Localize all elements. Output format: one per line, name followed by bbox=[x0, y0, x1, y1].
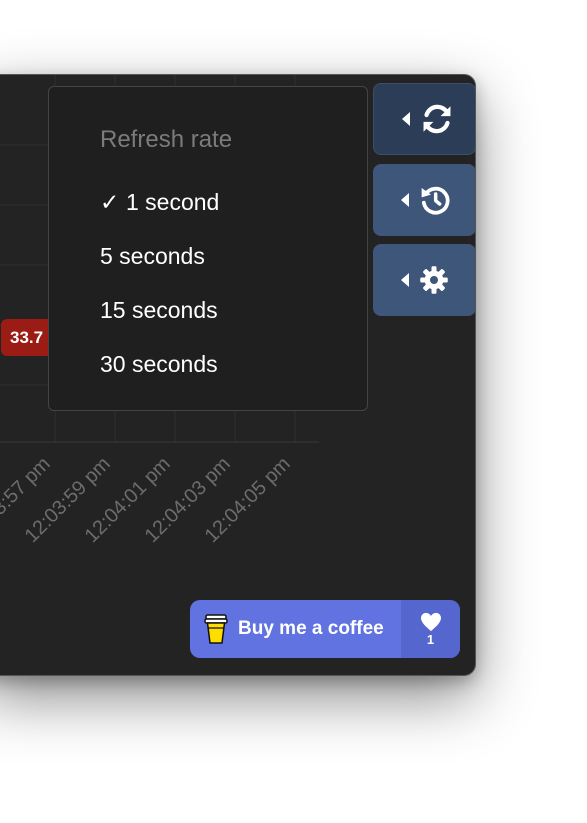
gear-icon bbox=[420, 266, 448, 294]
history-button[interactable] bbox=[373, 164, 475, 236]
refresh-rate-menu: Refresh rate ✓ 1 second 5 seconds 15 seco… bbox=[48, 86, 368, 411]
menu-item-label: 1 second bbox=[126, 189, 220, 215]
coffee-label: Buy me a coffee bbox=[238, 618, 384, 639]
caret-left-icon bbox=[402, 112, 410, 126]
coffee-cup-icon bbox=[204, 614, 228, 644]
buy-me-a-coffee-button[interactable]: Buy me a coffee 1 bbox=[190, 600, 460, 658]
heart-icon bbox=[420, 612, 441, 631]
likes-count: 1 bbox=[426, 631, 435, 647]
history-icon bbox=[421, 186, 450, 215]
menu-item-label: 30 seconds bbox=[100, 351, 218, 377]
caret-left-icon bbox=[401, 193, 409, 207]
refresh-icon bbox=[423, 104, 451, 134]
checkmark-icon: ✓ bbox=[100, 189, 120, 215]
menu-item-1-second[interactable]: ✓ 1 second bbox=[100, 189, 219, 216]
menu-item-5-seconds[interactable]: 5 seconds bbox=[100, 243, 205, 270]
app-window: 33.7 12:03:57 pm 12:03:59 pm 12:04:01 pm… bbox=[0, 74, 476, 676]
menu-title: Refresh rate bbox=[100, 126, 233, 153]
menu-item-label: 5 seconds bbox=[100, 243, 205, 269]
likes-counter[interactable]: 1 bbox=[401, 600, 460, 658]
menu-item-30-seconds[interactable]: 30 seconds bbox=[100, 351, 218, 378]
refresh-rate-button[interactable] bbox=[373, 83, 475, 155]
coffee-main: Buy me a coffee bbox=[190, 600, 401, 658]
settings-button[interactable] bbox=[373, 244, 475, 316]
caret-left-icon bbox=[401, 273, 409, 287]
menu-item-label: 15 seconds bbox=[100, 297, 218, 323]
menu-item-15-seconds[interactable]: 15 seconds bbox=[100, 297, 218, 324]
